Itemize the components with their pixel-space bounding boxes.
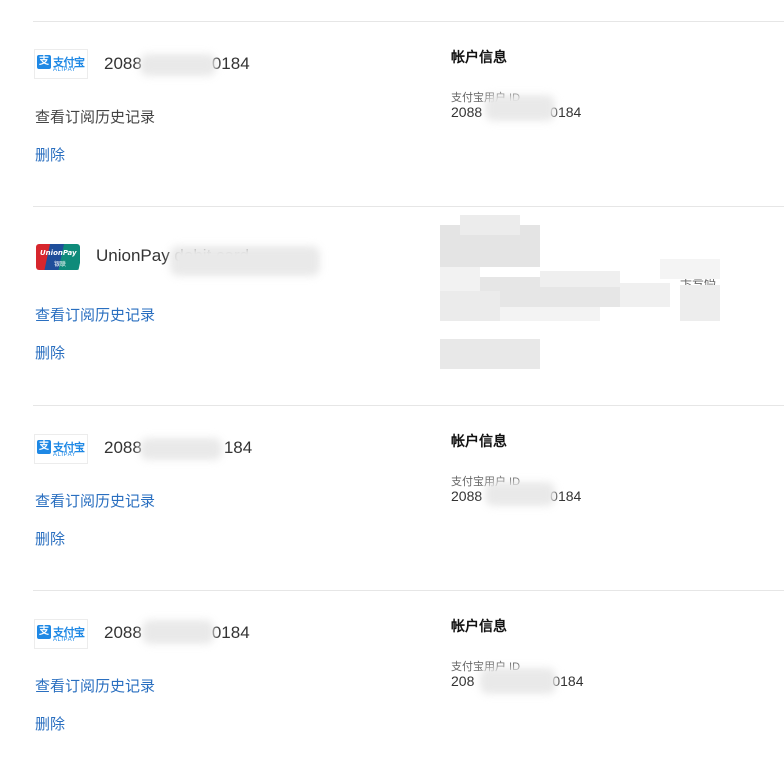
redacted-area	[170, 246, 320, 276]
redacted-area	[140, 438, 222, 460]
redacted-area	[480, 668, 556, 694]
history-link[interactable]: 查看订阅历史记录	[35, 106, 155, 127]
history-link[interactable]: 查看订阅历史记录	[35, 675, 155, 696]
section-divider	[33, 21, 784, 22]
redacted-mosaic	[440, 215, 730, 375]
alipay-logo-icon: 支 支付宝 ALIPAY	[34, 619, 88, 649]
unionpay-logo-icon: UnionPay 银联	[34, 242, 82, 274]
account-info-title: 帐户信息	[451, 433, 507, 449]
delete-link[interactable]: 删除	[35, 713, 65, 734]
delete-link[interactable]: 删除	[35, 342, 65, 363]
section-divider	[33, 206, 784, 207]
account-info-title: 帐户信息	[451, 618, 507, 634]
redacted-area	[140, 54, 216, 76]
history-link[interactable]: 查看订阅历史记录	[35, 490, 155, 511]
history-link[interactable]: 查看订阅历史记录	[35, 304, 155, 325]
alipay-logo-icon: 支 支付宝 ALIPAY	[34, 49, 88, 79]
section-divider	[33, 405, 784, 406]
alipay-logo-icon: 支 支付宝 ALIPAY	[34, 434, 88, 464]
redacted-area	[142, 620, 214, 644]
redacted-area	[485, 95, 555, 121]
account-info-title: 帐户信息	[451, 49, 507, 65]
delete-link[interactable]: 删除	[35, 144, 65, 165]
section-divider	[33, 590, 784, 591]
delete-link[interactable]: 删除	[35, 528, 65, 549]
redacted-area	[485, 482, 555, 506]
